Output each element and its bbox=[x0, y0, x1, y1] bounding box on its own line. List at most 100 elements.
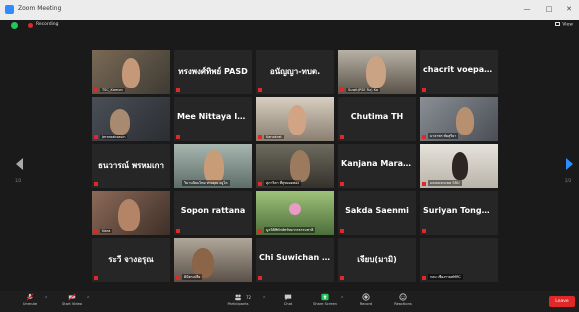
participant-name: Nara bbox=[100, 229, 113, 233]
participant-tile[interactable]: chacrit voepapoe bbox=[420, 50, 498, 94]
participant-tile[interactable]: ทรงพงศ์ทิพย์ PASD bbox=[174, 50, 252, 94]
participant-tile[interactable]: สุภาวิตา ที่สุขยอดพอง bbox=[256, 144, 334, 188]
muted-mic-icon bbox=[340, 229, 344, 233]
participant-name: มูลนิธิพิทักษ์ทรัพยากรธรรมชาติ bbox=[264, 227, 316, 233]
microphone-muted-icon bbox=[26, 293, 34, 301]
muted-mic-icon bbox=[422, 182, 426, 186]
participant-name: สุภาวิตา ที่สุขยอดพอง bbox=[264, 180, 302, 186]
muted-mic-icon bbox=[258, 135, 262, 139]
muted-mic-icon bbox=[176, 88, 180, 92]
participant-tile[interactable]: Kanokrat bbox=[256, 97, 334, 141]
shield-icon[interactable] bbox=[11, 22, 18, 29]
participant-name: ดิมิตรเปลีย bbox=[182, 274, 203, 280]
participant-name: Chutima TH bbox=[350, 112, 404, 121]
share-screen-label: Share Screen bbox=[313, 302, 337, 306]
participant-name: วิมานนิยมไทย ทรงคุณ อยู่โต bbox=[182, 180, 230, 186]
participant-tile[interactable]: Mee Nittaya IM... bbox=[174, 97, 252, 141]
participant-tile[interactable]: Sopon rattana bbox=[174, 191, 252, 235]
muted-mic-icon bbox=[340, 88, 344, 92]
participant-name: กลม เซียงรายสMRC bbox=[428, 274, 463, 280]
muted-mic-icon bbox=[422, 229, 426, 233]
muted-mic-icon bbox=[340, 182, 344, 186]
view-button[interactable]: View bbox=[555, 22, 573, 28]
record-icon bbox=[362, 293, 370, 301]
participant-name: Suwit(PSE Rx) Ka bbox=[346, 88, 381, 92]
participant-tile[interactable]: แคปเลจกแขด SRU bbox=[420, 144, 498, 188]
muted-mic-icon bbox=[94, 182, 98, 186]
participants-icon bbox=[235, 294, 241, 301]
participant-name: ธนวารณ์ พรหมเกา bbox=[97, 161, 165, 170]
record-button[interactable]: Record bbox=[346, 293, 386, 311]
chevron-up-icon[interactable]: ⌃ bbox=[262, 296, 266, 302]
participants-button[interactable]: Participants bbox=[218, 293, 258, 311]
gallery-grid: TSC_Kamon ทรงพงศ์ทิพย์ PASD อนัญญา-ทบต. … bbox=[0, 31, 579, 291]
participant-name: ระวี จางอรุณ bbox=[108, 255, 154, 264]
minimize-button[interactable]: — bbox=[521, 3, 533, 15]
participant-name: Mee Nittaya IM... bbox=[177, 112, 252, 121]
participant-name: มาลาพร ชัยสุริยา bbox=[428, 133, 459, 139]
participant-name: Sopon rattana bbox=[180, 206, 246, 215]
unmute-label: Unmute bbox=[22, 302, 38, 306]
chat-icon bbox=[284, 294, 292, 301]
participant-tile[interactable]: มูลนิธิพิทักษ์ทรัพยากรธรรมชาติ bbox=[256, 191, 334, 235]
maximize-button[interactable]: □ bbox=[543, 3, 555, 15]
muted-mic-icon bbox=[258, 182, 262, 186]
muted-mic-icon bbox=[340, 135, 344, 139]
muted-mic-icon bbox=[176, 229, 180, 233]
participant-tile[interactable]: ธนวารณ์ พรหมเกา bbox=[92, 144, 170, 188]
start-video-label: Start Video bbox=[62, 302, 82, 306]
participant-tile[interactable]: Chi Suwichan K... bbox=[256, 238, 334, 282]
participant-tile[interactable]: Nara bbox=[92, 191, 170, 235]
participant-tile[interactable]: กลม เซียงรายสMRC bbox=[420, 238, 498, 282]
participant-tile[interactable]: TSC_Kamon bbox=[92, 50, 170, 94]
participant-tile[interactable]: Suwit(PSE Rx) Ka bbox=[338, 50, 416, 94]
participant-name: Sakda Saenmi bbox=[345, 206, 409, 215]
chat-label: Chat bbox=[283, 302, 293, 306]
chevron-up-icon[interactable]: ⌃ bbox=[340, 296, 344, 302]
window-title: Zoom Meeting bbox=[18, 5, 62, 12]
participant-name: Jeraroaksasin bbox=[100, 135, 128, 139]
share-screen-button[interactable]: Share Screen bbox=[305, 293, 345, 311]
chevron-up-icon[interactable]: ⌃ bbox=[44, 296, 48, 302]
participant-tile[interactable]: Suriyan Tonghn... bbox=[420, 191, 498, 235]
share-screen-icon bbox=[321, 293, 329, 301]
muted-mic-icon bbox=[422, 88, 426, 92]
grid-view-icon bbox=[555, 22, 561, 26]
muted-mic-icon bbox=[258, 88, 262, 92]
participant-tile[interactable]: Sakda Saenmi bbox=[338, 191, 416, 235]
video-off-icon bbox=[68, 293, 76, 301]
active-speaker-tile[interactable]: วิมานนิยมไทย ทรงคุณ อยู่โต bbox=[174, 144, 252, 188]
close-button[interactable]: ✕ bbox=[563, 3, 575, 15]
zoom-app-icon bbox=[5, 5, 14, 14]
muted-mic-icon bbox=[94, 229, 98, 233]
meeting-toolbar: Unmute ⌃ Start Video ⌃ Participants 72 ⌃… bbox=[0, 291, 579, 312]
participant-tile[interactable]: Kanjana Maran-... bbox=[338, 144, 416, 188]
participant-name: เจียบ(มามิ) bbox=[357, 255, 397, 264]
muted-mic-icon bbox=[340, 276, 344, 280]
meeting-infobar: Recording View bbox=[0, 20, 579, 31]
participant-tile[interactable]: เจียบ(มามิ) bbox=[338, 238, 416, 282]
participant-tile[interactable]: ดิมิตรเปลีย bbox=[174, 238, 252, 282]
participant-tile[interactable]: Chutima TH bbox=[338, 97, 416, 141]
participant-tile[interactable]: Jeraroaksasin bbox=[92, 97, 170, 141]
recording-label: Recording bbox=[36, 22, 59, 27]
muted-mic-icon bbox=[422, 276, 426, 280]
participant-tile[interactable]: ระวี จางอรุณ bbox=[92, 238, 170, 282]
muted-mic-icon bbox=[176, 276, 180, 280]
participant-name: แคปเลจกแขด SRU bbox=[428, 180, 462, 186]
participant-tile[interactable]: มาลาพร ชัยสุริยา bbox=[420, 97, 498, 141]
participant-tile[interactable]: อนัญญา-ทบต. bbox=[256, 50, 334, 94]
participant-name: Suriyan Tonghn... bbox=[423, 206, 498, 215]
participant-name: Chi Suwichan K... bbox=[259, 253, 334, 262]
chevron-up-icon[interactable]: ⌃ bbox=[86, 296, 90, 302]
muted-mic-icon bbox=[258, 229, 262, 233]
chat-button[interactable]: Chat bbox=[268, 293, 308, 311]
muted-mic-icon bbox=[176, 135, 180, 139]
reactions-button[interactable]: Reactions bbox=[383, 293, 423, 311]
participants-label: Participants bbox=[227, 302, 249, 306]
muted-mic-icon bbox=[258, 276, 262, 280]
recording-icon bbox=[28, 23, 33, 28]
leave-button[interactable]: Leave bbox=[549, 296, 575, 307]
muted-mic-icon bbox=[94, 88, 98, 92]
reactions-label: Reactions bbox=[394, 302, 412, 306]
